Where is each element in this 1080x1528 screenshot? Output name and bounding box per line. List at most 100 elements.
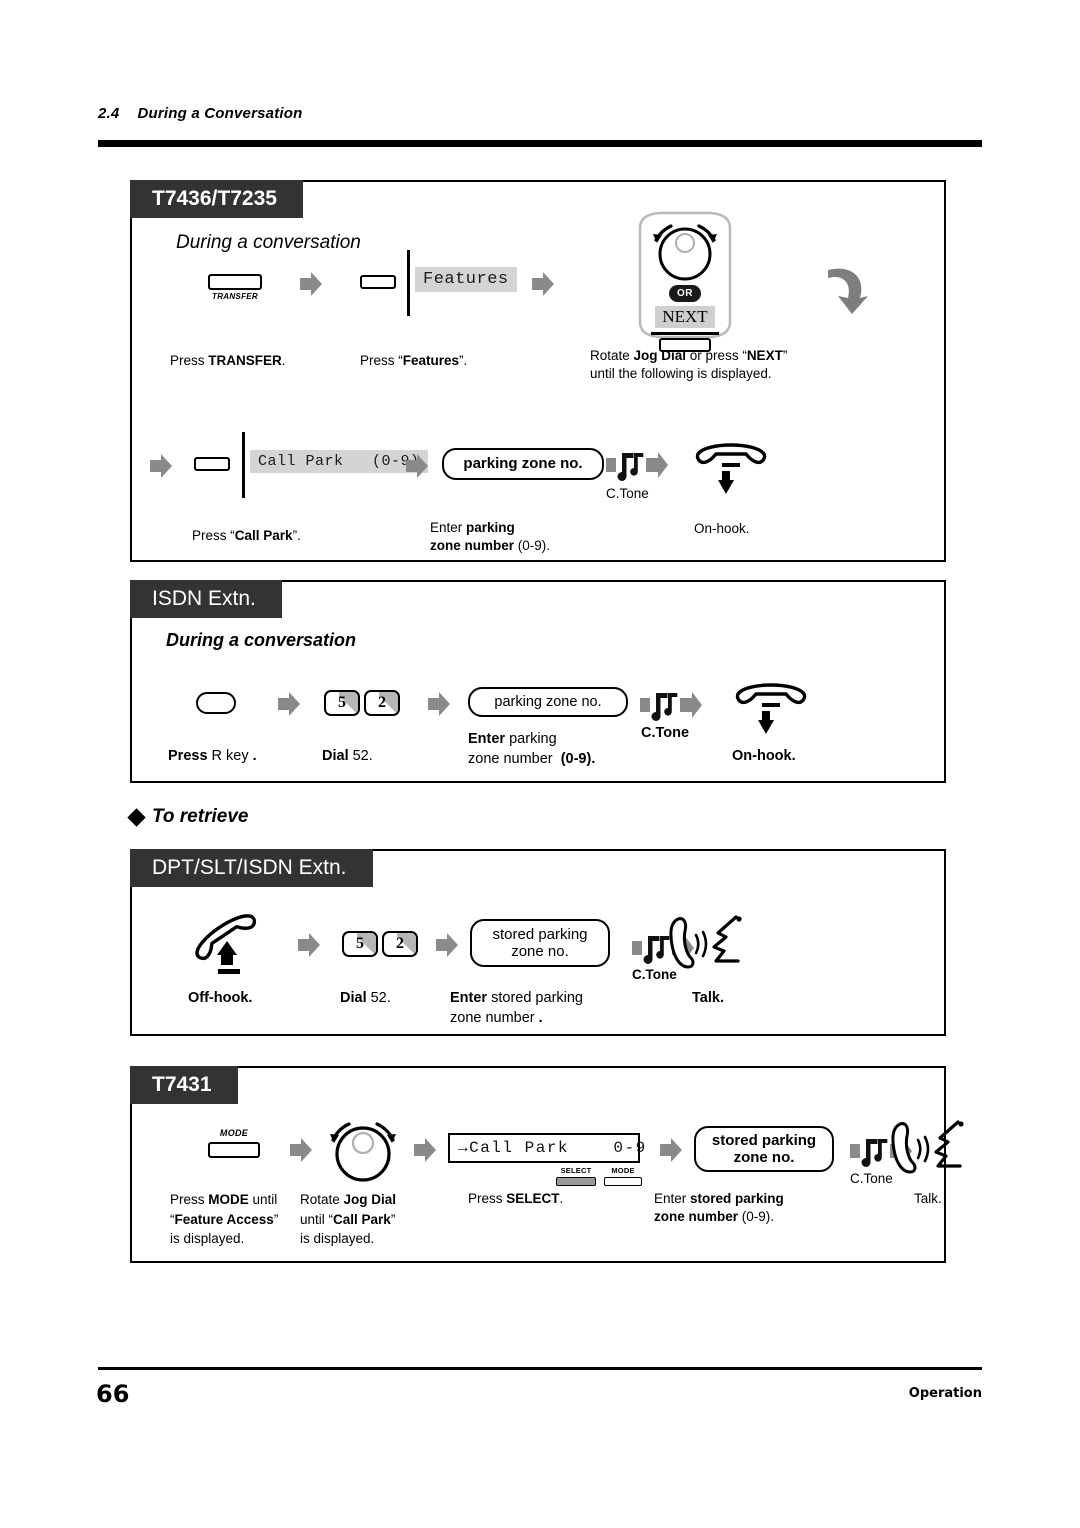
- bubble-parking-zone-label: parking zone no.: [494, 693, 602, 710]
- caption-enter-stored-zone: Enter stored parking zone number .: [450, 990, 583, 1026]
- caption-press-select: Press SELECT.: [468, 1191, 564, 1206]
- flow-arrow-icon: [660, 1138, 682, 1162]
- lcd-callpark-text: Call Park (0-9): [250, 450, 428, 473]
- caption-enter-zone: Enter parking zone number (0-9).: [468, 731, 596, 767]
- keypad-key-2[interactable]: 2: [382, 931, 418, 957]
- section-title: During a Conversation: [137, 105, 303, 122]
- ctone-label: C.Tone: [850, 1171, 893, 1186]
- bubble-zone-line2: zone no.: [511, 943, 569, 960]
- ctone-label-text: C.Tone: [641, 725, 690, 741]
- softkey-mode-label: MODE: [611, 1166, 635, 1175]
- off-hook-icon: [190, 913, 272, 977]
- panel-isdn-extn: ISDN Extn. During a conversation Press R…: [130, 580, 946, 783]
- caption-dial-52: Dial 52.: [322, 748, 373, 764]
- caption-dial-52: Dial 52.: [340, 990, 391, 1006]
- caption-press-transfer: Press TRANSFER.: [170, 353, 286, 368]
- flow-arrow-icon: [278, 692, 300, 716]
- next-label-text: NEXT: [662, 307, 708, 326]
- keypad-key-2[interactable]: 2: [364, 690, 400, 716]
- softkey-select-button[interactable]: [556, 1177, 596, 1186]
- flow-arrow-icon: [298, 933, 320, 957]
- bubble-parking-zone: parking zone no.: [442, 448, 604, 480]
- bubble-zone-line1: stored parking: [711, 1131, 817, 1149]
- section-header: 2.4 During a Conversation: [98, 105, 303, 122]
- on-hook-icon: [692, 438, 770, 504]
- ctone-label: C.Tone: [641, 724, 689, 744]
- panel-subtitle: During a conversation: [176, 232, 361, 253]
- transfer-key[interactable]: [208, 274, 262, 290]
- on-hook-icon: [732, 678, 810, 744]
- caption-press-rkey: Press R key .: [168, 748, 257, 764]
- talk-icon: [666, 913, 742, 975]
- keypad-key-5-label: 5: [338, 694, 346, 711]
- lcd-callpark-text: →Call Park 0-9: [458, 1139, 647, 1157]
- caption-rotate-jog: Rotate Jog Dial until “Call Park” is displ…: [300, 1192, 397, 1247]
- caption-press-features: Press “Features”.: [360, 353, 468, 368]
- bubble-parking-zone-label: parking zone no.: [463, 455, 583, 473]
- ctone-label: C.Tone: [606, 486, 649, 501]
- caption-talk-text: Talk.: [692, 990, 724, 1006]
- lcd-divider: [242, 432, 245, 498]
- footer-label: Operation: [908, 1386, 982, 1401]
- flow-arrow-icon: [414, 1138, 436, 1162]
- transfer-key-label: TRANSFER: [212, 292, 258, 301]
- or-badge-label: OR: [677, 288, 693, 299]
- bubble-stored-parking-zone: stored parking zone no.: [470, 919, 610, 967]
- softkey-select[interactable]: SELECT: [556, 1166, 596, 1188]
- keypad-key-5[interactable]: 5: [324, 690, 360, 716]
- flow-arrow-icon: [428, 692, 450, 716]
- confirmation-tone-icon: [606, 450, 668, 481]
- caption-jog-dial: Rotate Jog Dial or press “NEXT” until the…: [590, 348, 788, 382]
- flow-arrow-icon: [436, 933, 458, 957]
- r-key[interactable]: [196, 692, 236, 714]
- jog-dial-icon: [322, 1110, 404, 1186]
- mode-key[interactable]: [208, 1142, 260, 1158]
- caption-on-hook: On-hook.: [732, 747, 796, 767]
- lcd-divider: [407, 250, 410, 316]
- bubble-parking-zone: parking zone no.: [468, 687, 628, 717]
- bubble-zone-line1: stored parking: [492, 925, 588, 943]
- next-underline: [651, 332, 719, 335]
- panel-tab-label: ISDN Extn.: [130, 580, 282, 618]
- softkey-select-label: SELECT: [560, 1166, 592, 1175]
- flow-arrow-icon: [300, 272, 322, 296]
- panel-tab-label: T7436/T7235: [130, 180, 303, 218]
- panel-dpt-slt-isdn-extn: DPT/SLT/ISDN Extn. Off-hook. 5 2 Dial 52…: [130, 849, 946, 1036]
- caption-on-hook-text: On-hook.: [732, 748, 796, 764]
- header-rule: [98, 140, 982, 147]
- mode-key-label: MODE: [219, 1128, 249, 1138]
- caption-on-hook: On-hook.: [694, 521, 750, 536]
- talk-icon: [888, 1118, 964, 1180]
- flow-arrow-icon: [532, 272, 554, 296]
- footer-rule: [98, 1367, 982, 1370]
- caption-enter-stored-zone: Enter stored parking zone number (0-9).: [654, 1191, 784, 1225]
- caption-talk: Talk.: [692, 989, 724, 1009]
- caption-talk: Talk.: [914, 1191, 942, 1206]
- section-number: 2.4: [98, 105, 120, 122]
- or-badge: OR: [669, 285, 701, 302]
- caption-enter-zone: Enter parking zone number (0-9).: [430, 520, 551, 554]
- softkey-mode[interactable]: MODE: [604, 1166, 642, 1188]
- caption-off-hook-text: Off-hook.: [188, 990, 253, 1006]
- lcd-features-text: Features: [415, 267, 517, 292]
- lcd-callpark-display: →Call Park 0-9: [448, 1133, 645, 1163]
- panel-tab-label: T7431: [130, 1066, 238, 1104]
- panel-tab-label: DPT/SLT/ISDN Extn.: [130, 849, 373, 887]
- bubble-stored-parking-zone: stored parking zone no.: [694, 1126, 834, 1172]
- softkey-mode-button[interactable]: [604, 1177, 642, 1186]
- flow-arrow-icon: [150, 454, 172, 478]
- bubble-zone-line2: zone no.: [733, 1149, 795, 1166]
- keypad-key-5-label: 5: [356, 935, 364, 952]
- page-number: 66: [96, 1380, 130, 1408]
- flow-arrow-icon: [406, 454, 428, 478]
- caption-press-callpark: Press “Call Park”.: [192, 528, 301, 543]
- confirmation-tone-icon: [640, 690, 702, 721]
- softkey-features[interactable]: [360, 275, 396, 289]
- to-retrieve-heading: To retrieve: [152, 806, 249, 827]
- caption-off-hook: Off-hook.: [188, 989, 252, 1009]
- keypad-key-2-label: 2: [378, 694, 386, 711]
- softkey-callpark[interactable]: [194, 457, 230, 471]
- next-softkey-label: NEXT: [655, 306, 715, 328]
- keypad-key-5[interactable]: 5: [342, 931, 378, 957]
- keypad-key-2-label: 2: [396, 935, 404, 952]
